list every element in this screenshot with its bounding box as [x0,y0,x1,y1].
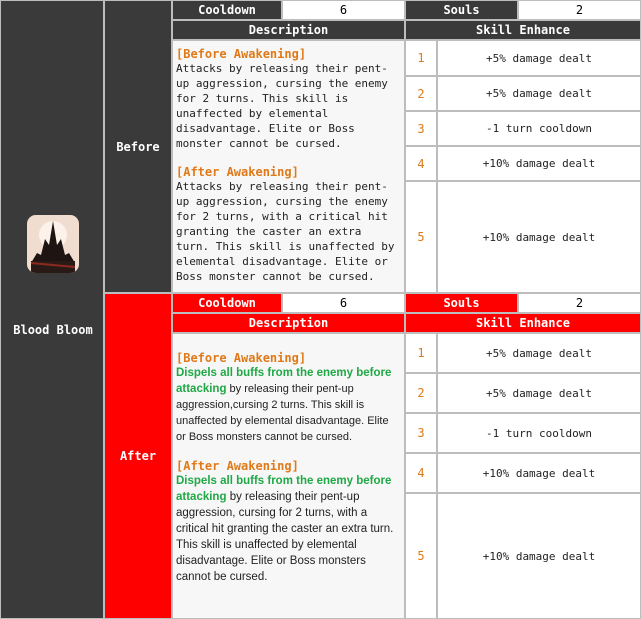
after-enh-level-2: 2 [405,373,437,413]
before-enh-level-4: 4 [405,146,437,181]
before-aa-text: Attacks by releasing their pent-up aggre… [176,180,395,283]
after-enh-level-3: 3 [405,413,437,453]
before-cooldown-label: Cooldown [172,0,282,20]
after-enh-text-2: +5% damage dealt [437,373,641,413]
before-enh-level-1: 1 [405,40,437,76]
after-aa-paragraph: Dispels all buffs from the enemy before … [176,473,401,585]
skill-name: Blood Bloom [13,323,93,337]
before-enh-level-2: 2 [405,76,437,111]
after-enh-level-1: 1 [405,333,437,373]
skill-icon [27,215,79,273]
after-label: After [119,449,157,463]
before-enh-text-5: +10% damage dealt [437,181,641,293]
before-enh-text-1: +5% damage dealt [437,40,641,76]
after-enh-text-3: -1 turn cooldown [437,413,641,453]
after-souls-label: Souls [405,293,518,313]
after-description-header: Description [172,313,405,333]
after-aa-title: [After Awakening] [176,459,299,473]
before-label-cell: Before [104,0,172,293]
before-enh-level-3: 3 [405,111,437,146]
after-label-cell: After [104,293,172,619]
after-ba-title: [Before Awakening] [176,351,307,365]
before-ba-title: [Before Awakening] [176,47,307,61]
before-description-header: Description [172,20,405,40]
after-enh-text-4: +10% damage dealt [437,453,641,493]
before-label: Before [116,139,160,154]
before-enh-text-3: -1 turn cooldown [437,111,641,146]
after-cooldown-value: 6 [282,293,405,313]
after-enhance-header: Skill Enhance [405,313,641,333]
before-cooldown-value: 6 [282,0,405,20]
before-souls-label: Souls [405,0,518,20]
after-description-body: [Before Awakening] Dispels all buffs fro… [172,333,405,619]
skill-column: Blood Bloom [0,0,104,619]
before-enh-level-5: 5 [405,181,437,293]
after-souls-value: 2 [518,293,641,313]
after-enh-text-1: +5% damage dealt [437,333,641,373]
after-cooldown-label: Cooldown [172,293,282,313]
before-enhance-header: Skill Enhance [405,20,641,40]
before-description-body: [Before Awakening] Attacks by releasing … [172,40,405,293]
after-enh-level-4: 4 [405,453,437,493]
before-enh-text-2: +5% damage dealt [437,76,641,111]
after-enh-text-5: +10% damage dealt [437,493,641,619]
after-enh-level-5: 5 [405,493,437,619]
before-ba-text: Attacks by releasing their pent-up aggre… [176,62,388,150]
after-aa-text: by releasing their pent-up aggression, c… [176,491,394,583]
after-ba-paragraph: Dispels all buffs from the enemy before … [176,365,401,445]
before-enh-text-4: +10% damage dealt [437,146,641,181]
before-souls-value: 2 [518,0,641,20]
before-aa-title: [After Awakening] [176,165,299,179]
